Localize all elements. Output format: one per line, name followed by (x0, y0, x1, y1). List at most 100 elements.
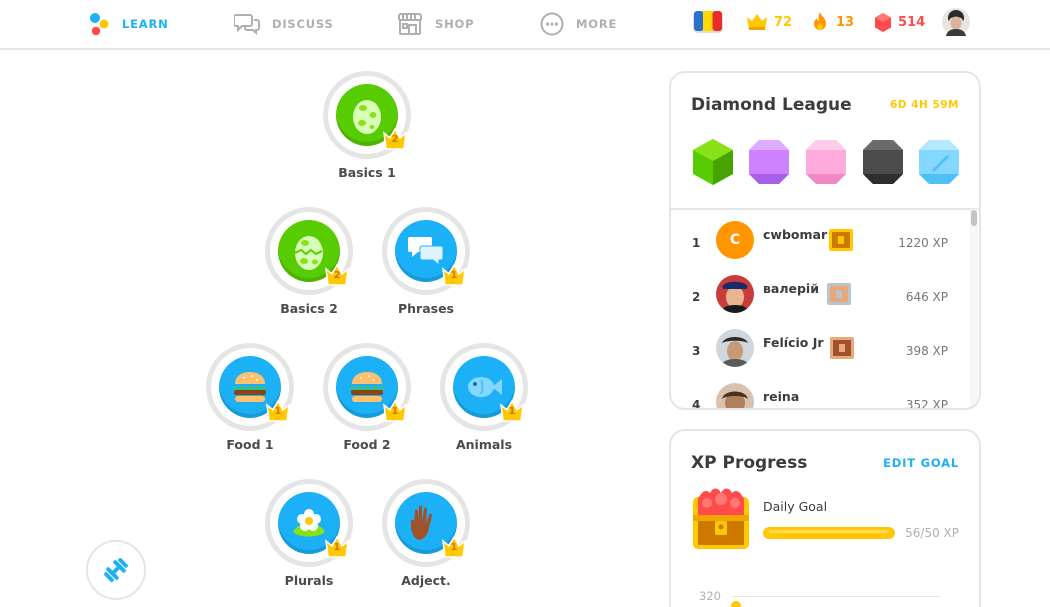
dumbbell-icon (104, 558, 128, 582)
nav-shop-label: SHOP (435, 17, 475, 31)
skill-label: Plurals (284, 573, 334, 588)
skill-basics-1[interactable]: 2 Basics 1 (312, 71, 422, 180)
crown-level: 1 (391, 406, 399, 417)
leaderboard-xp: 352 XP (905, 398, 948, 410)
skill-progress-ring[interactable]: 1 (382, 479, 470, 567)
leaderboard-row[interactable]: 2 валерій 646 XP (671, 267, 969, 321)
skill-food-2[interactable]: 1 Food 2 (312, 343, 422, 452)
leaderboard-rank: 2 (692, 290, 701, 304)
nav-discuss[interactable]: DISCUSS (234, 0, 334, 48)
obsidian-league-icon (863, 140, 903, 184)
skill-progress-ring[interactable]: 1 (265, 479, 353, 567)
leaderboard-username: валерій (763, 281, 819, 296)
language-flag-icon (693, 11, 723, 33)
daily-goal-label: Daily Goal (763, 499, 828, 514)
top-navigation-bar: LEARN DISCUSS SHOP MORE 72 13 514 (0, 0, 1050, 50)
nav-more[interactable]: MORE (540, 0, 617, 48)
chest-icon (829, 229, 853, 251)
chart-gridline (731, 596, 941, 597)
chest-icon (830, 337, 854, 359)
skill-progress-ring[interactable]: 1 (206, 343, 294, 431)
chart-data-point (731, 601, 741, 607)
emerald-league-icon (693, 139, 733, 185)
skill-progress-ring[interactable]: 2 (265, 207, 353, 295)
crowns-counter[interactable]: 72 (746, 0, 792, 44)
league-timer: 6D 4H 59M (890, 99, 959, 111)
user-avatar[interactable]: C (716, 221, 754, 259)
crown-level: 2 (391, 134, 399, 145)
nav-shop[interactable]: SHOP (397, 0, 474, 48)
leaderboard-row[interactable]: 4 reina 352 XP (671, 375, 969, 410)
skill-food-1[interactable]: 1 Food 1 (195, 343, 305, 452)
practice-button[interactable] (86, 540, 146, 600)
leaderboard-rank: 3 (692, 344, 701, 358)
nav-learn[interactable]: LEARN (88, 0, 169, 48)
skill-label: Adject. (401, 573, 451, 588)
hand-icon (411, 505, 433, 540)
skill-progress-ring[interactable]: 1 (382, 207, 470, 295)
diamond-league-icon (919, 140, 959, 184)
crown-level-badge: 1 (382, 399, 408, 423)
leaderboard-rank: 1 (692, 236, 701, 250)
edit-goal-button[interactable]: EDIT GOAL (883, 456, 959, 470)
chart-y-tick: 320 (699, 589, 721, 603)
skill-label: Animals (455, 437, 513, 452)
crowns-count: 72 (774, 14, 793, 30)
nav-learn-label: LEARN (122, 17, 169, 31)
speech-bubbles-icon (408, 237, 444, 267)
crown-level-badge: 1 (265, 399, 291, 423)
skill-progress-ring[interactable]: 2 (323, 71, 411, 159)
leaderboard-username: cwbomar (763, 227, 828, 242)
crown-level-badge: 2 (382, 127, 408, 151)
daily-goal-progress-bar (763, 527, 895, 539)
crown-level-badge: 1 (499, 399, 525, 423)
streak-counter[interactable]: 13 (810, 0, 854, 44)
skill-label: Basics 2 (280, 301, 338, 316)
profile-avatar-button[interactable] (942, 0, 970, 44)
skill-plurals[interactable]: 1 Plurals (254, 479, 364, 588)
gems-count: 514 (898, 14, 926, 30)
skill-phrases[interactable]: 1 Phrases (371, 207, 481, 316)
gems-counter[interactable]: 514 (874, 0, 925, 44)
crown-icon (747, 14, 767, 30)
crown-level: 1 (333, 542, 341, 553)
daily-goal-value: 56/50 XP (905, 526, 959, 540)
egg-icon (353, 100, 381, 134)
skill-adjectives[interactable]: 1 Adject. (371, 479, 481, 588)
skill-basics-2[interactable]: 2 Basics 2 (254, 207, 364, 316)
profile-avatar (942, 8, 970, 36)
skill-label: Basics 1 (338, 165, 396, 180)
user-avatar[interactable] (716, 275, 754, 313)
crown-level: 1 (274, 406, 282, 417)
user-avatar[interactable] (716, 329, 754, 367)
pearl-league-icon (806, 140, 846, 184)
user-avatar[interactable] (716, 383, 754, 410)
fish-icon (468, 377, 502, 397)
leaderboard-scrollbar-thumb[interactable] (971, 210, 977, 226)
crown-level-badge: 1 (324, 535, 350, 559)
xp-progress-card: XP Progress EDIT GOAL Daily Goal 56/50 X… (669, 429, 981, 607)
streak-count: 13 (836, 14, 855, 30)
skill-animals[interactable]: 1 Animals (429, 343, 539, 452)
leaderboard-xp: 1220 XP (898, 236, 948, 250)
skill-label: Phrases (397, 301, 455, 316)
crown-level-badge: 1 (441, 263, 467, 287)
discuss-icon (234, 14, 260, 35)
skill-progress-ring[interactable]: 1 (323, 343, 411, 431)
league-divider (671, 208, 979, 210)
language-flag-button[interactable] (693, 0, 723, 44)
leaderboard-rank: 4 (692, 398, 701, 410)
skill-progress-ring[interactable]: 1 (440, 343, 528, 431)
treasure-chest-icon (693, 488, 749, 549)
burger-icon (351, 372, 383, 402)
skill-label: Food 1 (226, 437, 274, 452)
cracked-egg-icon (294, 236, 323, 270)
xp-progress-title: XP Progress (691, 453, 808, 473)
crown-level: 2 (333, 270, 341, 281)
crown-level-badge: 1 (441, 535, 467, 559)
leaderboard-username: Felício Jr (763, 335, 824, 350)
leaderboard-row[interactable]: 1 C cwbomar 1220 XP (671, 213, 969, 267)
leaderboard-scrollbar-track (970, 209, 978, 408)
learn-icon (90, 13, 109, 36)
leaderboard-row[interactable]: 3 Felício Jr 398 XP (671, 321, 969, 375)
